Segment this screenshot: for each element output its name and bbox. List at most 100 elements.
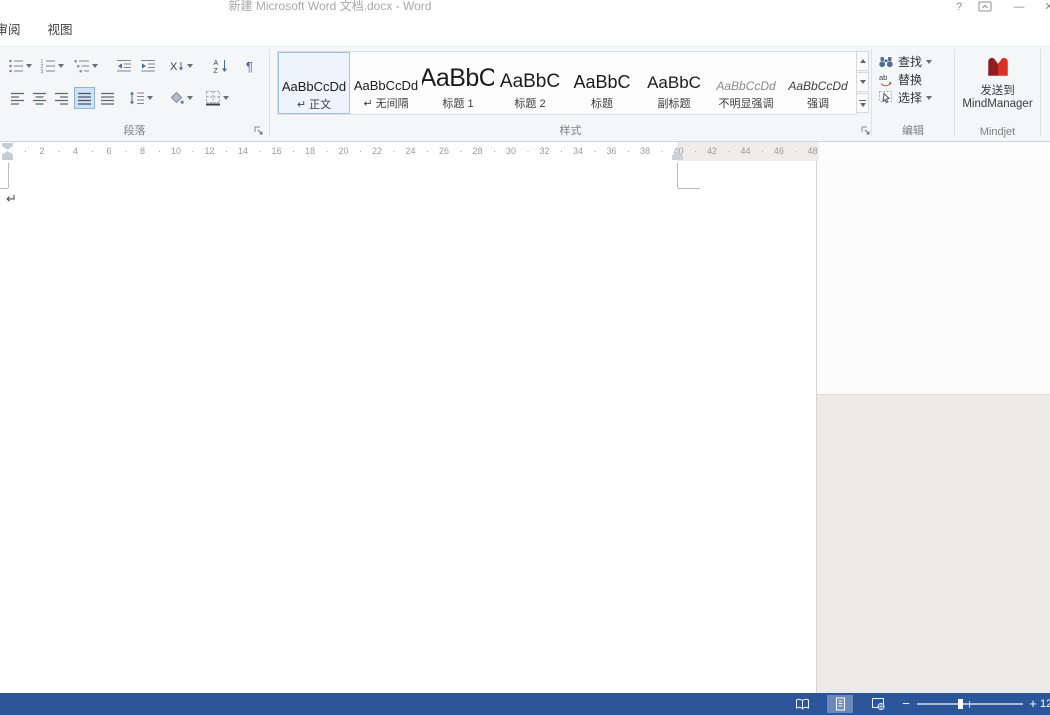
style-name: 标题 2 [494,95,566,111]
text-boundary-crop-mark [8,163,9,188]
title-bar: 新建 Microsoft Word 文档.docx - Word ? — ✕ [0,0,1050,15]
select-cursor-icon [878,90,894,106]
ruler-number: 32 [539,146,549,156]
document-page[interactable] [0,161,817,693]
select-label: 选择 [898,89,922,106]
borders-icon [205,90,221,106]
help-button[interactable]: ? [948,0,970,15]
send-to-mindmanager-button[interactable]: 发送到 MindManager [957,51,1038,111]
bullets-button[interactable] [6,55,33,77]
style-item-2[interactable]: AaBbC标题 1 [422,52,494,114]
print-layout-button[interactable] [827,695,853,713]
ruler-number: 36 [606,146,616,156]
read-mode-button[interactable] [789,695,815,713]
numbering-button[interactable]: 123 [38,55,65,77]
more-styles-icon [859,100,866,102]
ruler-number: 46 [774,146,784,156]
document-canvas: ↵ [0,161,1050,693]
decrease-indent-button[interactable] [114,55,134,77]
zoom-slider-track[interactable] [917,703,1023,705]
borders-button[interactable] [202,87,232,109]
select-button[interactable]: 选择 [878,89,932,106]
chevron-down-icon [58,64,64,68]
chevron-down-icon [187,96,193,100]
triangle-down-icon [860,103,866,107]
styles-gallery: AaBbCcDd↵ 正文AaBbCcDd↵ 无间隔AaBbC标题 1AaBbC标… [277,51,857,115]
read-mode-icon [795,697,810,711]
ribbon-tab-row: 审阅 视图 [0,15,1050,45]
paragraph-mark: ↵ [6,191,17,207]
align-center-button[interactable] [30,87,49,109]
show-hide-marks-button[interactable]: ¶ [240,55,262,77]
style-item-5[interactable]: AaBbC副标题 [638,52,710,114]
minimize-button[interactable]: — [1008,0,1030,15]
chevron-down-icon [223,96,229,100]
ribbon-display-options-button[interactable] [978,0,1000,15]
mindmanager-logo-icon [985,53,1011,79]
web-layout-button[interactable] [865,695,891,713]
distribute-button[interactable] [98,87,117,109]
paragraph-group-label: 段落 [0,122,269,138]
zoom-slider-thumb[interactable] [958,699,963,709]
text-boundary-crop-mark [677,163,678,188]
asian-layout-button[interactable]: X [166,55,196,77]
style-name: 不明显强调 [710,95,782,111]
align-center-icon [32,91,47,106]
find-button[interactable]: 查找 [878,53,932,70]
style-item-4[interactable]: AaBbC 标题 [566,52,638,114]
sort-button[interactable]: AZ [210,55,232,77]
style-sample-text: AaBbCcDd [782,57,854,93]
chevron-down-icon [26,64,32,68]
left-indent-marker[interactable] [2,157,13,160]
ruler-number: 18 [305,146,315,156]
ruler-number: 20 [338,146,348,156]
mindjet-group-label: Mindjet [955,126,1040,138]
align-right-button[interactable] [52,87,71,109]
help-icon: ? [956,1,962,13]
tab-review[interactable]: 审阅 [0,15,34,45]
style-item-0[interactable]: AaBbCcDd↵ 正文 [278,52,350,114]
replace-button[interactable]: ab 替换 [878,71,922,88]
zoom-out-button[interactable]: − [897,693,915,715]
asian-layout-icon: X [169,58,185,74]
increase-indent-icon [140,58,156,74]
svg-text:ab: ab [879,73,887,82]
gallery-more-button[interactable] [856,93,869,113]
style-sample-text: AaBbC [566,57,638,93]
line-spacing-icon [129,90,145,106]
increase-indent-button[interactable] [138,55,158,77]
close-button[interactable]: ✕ [1038,0,1050,15]
ruler-number: 8 [140,146,145,156]
paragraph-dialog-launcher[interactable] [253,125,265,137]
editing-group-label: 编辑 [872,122,954,138]
zoom-slider-center-notch [969,701,970,708]
style-item-3[interactable]: AaBbC标题 2 [494,52,566,114]
line-spacing-button[interactable] [126,87,156,109]
dialog-launcher-icon [253,125,265,137]
zoom-percentage[interactable]: 12 [1040,693,1050,715]
group-separator [954,49,955,136]
svg-text:A: A [214,60,219,67]
find-label: 查找 [898,53,922,70]
align-left-button[interactable] [8,87,27,109]
window-title: 新建 Microsoft Word 文档.docx - Word [170,0,490,14]
decrease-indent-icon [116,58,132,74]
style-item-1[interactable]: AaBbCcDd↵ 无间隔 [350,52,422,114]
chevron-down-icon [147,96,153,100]
style-item-6[interactable]: AaBbCcDd不明显强调 [710,52,782,114]
multilevel-list-button[interactable] [72,55,100,77]
styles-gallery-scroll [856,51,869,115]
style-name: ↵ 无间隔 [350,95,422,111]
pilcrow-icon: ¶ [243,58,259,74]
style-name: ↵ 正文 [279,96,349,112]
justify-button[interactable] [74,87,95,109]
shading-button[interactable] [166,87,196,109]
ruler-number: 28 [472,146,482,156]
gallery-scroll-up-button[interactable] [856,51,869,71]
ruler-number: 30 [506,146,516,156]
style-item-7[interactable]: AaBbCcDd强调 [782,52,854,114]
ruler-number: 42 [707,146,717,156]
style-name: 标题 [566,95,638,111]
tab-view[interactable]: 视图 [34,15,86,45]
gallery-scroll-down-button[interactable] [856,72,869,92]
